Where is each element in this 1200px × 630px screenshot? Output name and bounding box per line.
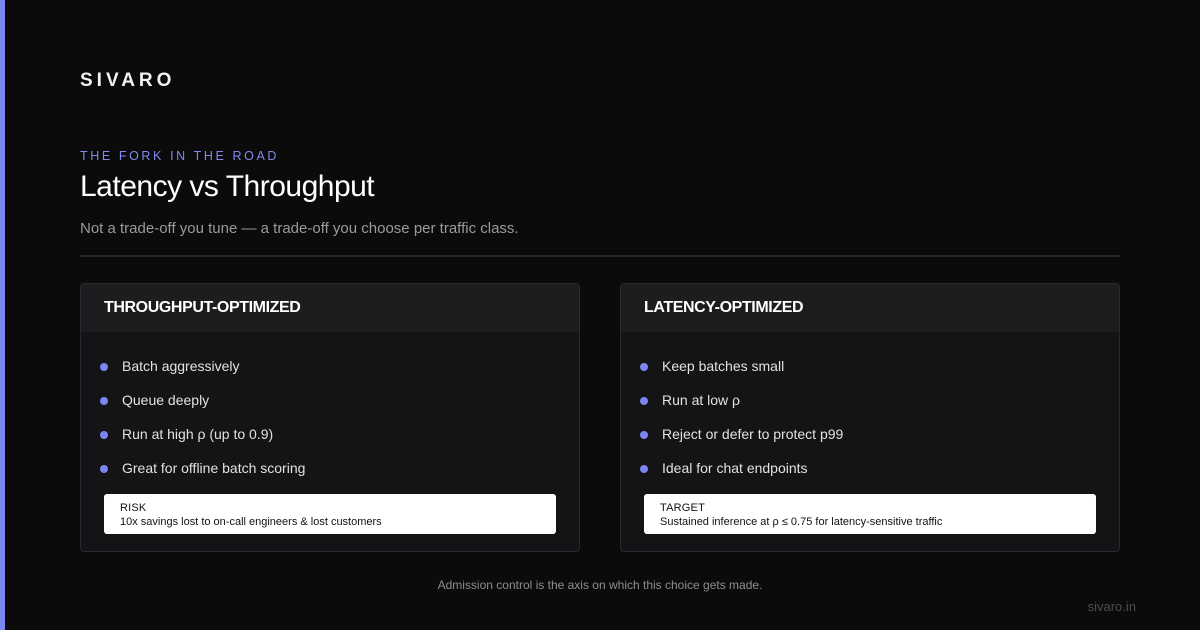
list-item: Batch aggressively: [100, 358, 305, 392]
bullet-dot-icon: [640, 363, 648, 371]
note-label: RISK: [120, 502, 147, 514]
list-item-text: Run at high ρ (up to 0.9): [122, 426, 274, 442]
card-heading: LATENCY-OPTIMIZED: [621, 284, 1119, 332]
list-item-text: Reject or defer to protect p99: [662, 426, 844, 442]
accent-bar: [0, 0, 5, 630]
list-item: Run at low ρ: [640, 392, 843, 426]
divider: [80, 255, 1120, 257]
list-item-text: Great for offline batch scoring: [122, 460, 306, 476]
latency-card: LATENCY-OPTIMIZED Keep batches small Run…: [620, 283, 1120, 552]
note-label: TARGET: [660, 502, 705, 514]
page-subtitle: Not a trade-off you tune — a trade-off y…: [80, 220, 519, 237]
throughput-card: THROUGHPUT-OPTIMIZED Batch aggressively …: [80, 283, 580, 552]
bullet-dot-icon: [640, 431, 648, 439]
site-url: sivaro.in: [1087, 599, 1136, 614]
card-list: Batch aggressively Queue deeply Run at h…: [100, 358, 305, 494]
note-text: Sustained inference at ρ ≤ 0.75 for late…: [660, 516, 943, 528]
bullet-dot-icon: [100, 397, 108, 405]
list-item: Keep batches small: [640, 358, 843, 392]
brand-logo: SIVARO: [80, 70, 176, 91]
list-item: Great for offline batch scoring: [100, 460, 305, 494]
target-note: TARGET Sustained inference at ρ ≤ 0.75 f…: [644, 494, 1096, 534]
risk-note: RISK 10x savings lost to on-call enginee…: [104, 494, 556, 534]
bullet-dot-icon: [640, 465, 648, 473]
bullet-dot-icon: [100, 431, 108, 439]
card-list: Keep batches small Run at low ρ Reject o…: [640, 358, 843, 494]
card-heading: THROUGHPUT-OPTIMIZED: [81, 284, 579, 332]
list-item-text: Batch aggressively: [122, 358, 240, 374]
list-item: Run at high ρ (up to 0.9): [100, 426, 305, 460]
footnote: Admission control is the axis on which t…: [437, 578, 763, 592]
list-item: Ideal for chat endpoints: [640, 460, 843, 494]
list-item-text: Ideal for chat endpoints: [662, 460, 808, 476]
page-title: Latency vs Throughput: [80, 170, 375, 203]
list-item-text: Keep batches small: [662, 358, 785, 374]
bullet-dot-icon: [100, 363, 108, 371]
eyebrow-label: THE FORK IN THE ROAD: [80, 149, 280, 163]
list-item-text: Queue deeply: [122, 392, 210, 408]
bullet-dot-icon: [640, 397, 648, 405]
note-text: 10x savings lost to on-call engineers & …: [120, 516, 382, 528]
bullet-dot-icon: [100, 465, 108, 473]
list-item-text: Run at low ρ: [662, 392, 740, 408]
list-item: Reject or defer to protect p99: [640, 426, 843, 460]
list-item: Queue deeply: [100, 392, 305, 426]
